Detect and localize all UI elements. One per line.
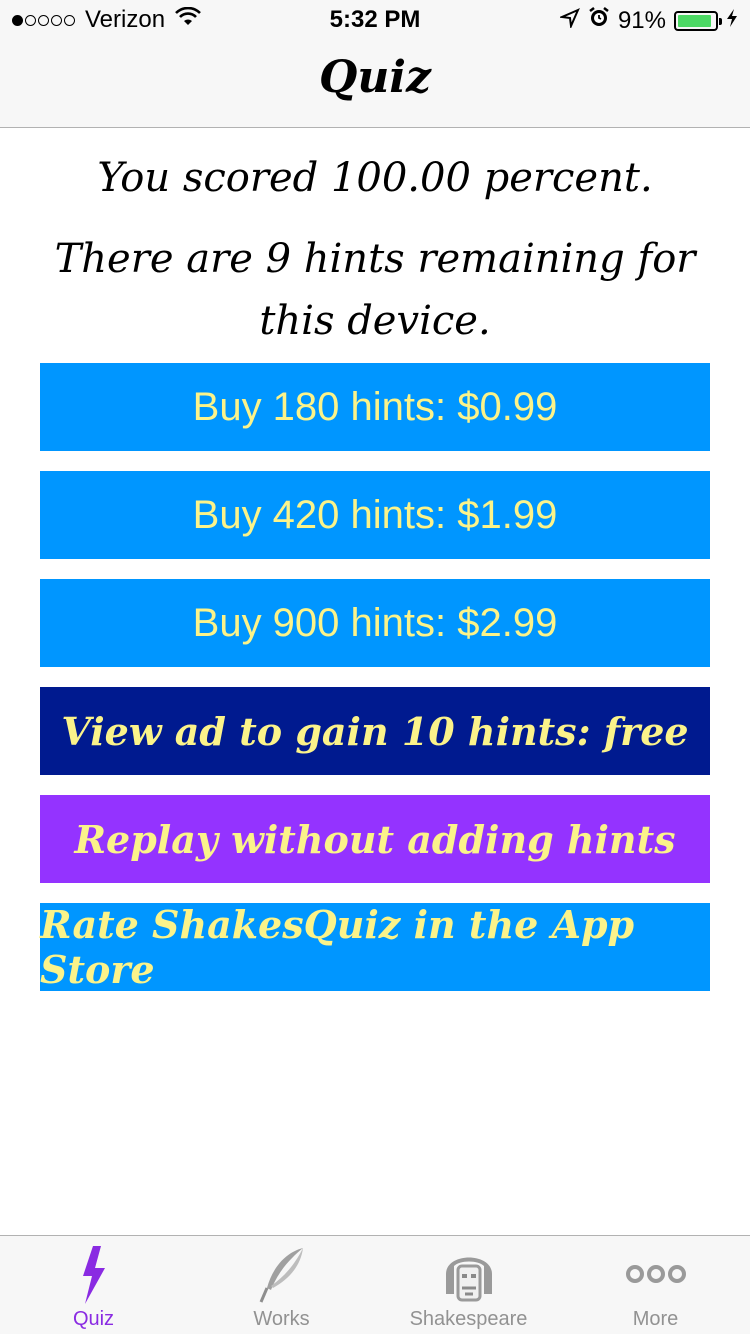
more-dots-icon [625, 1262, 687, 1291]
rate-app-button[interactable]: Rate ShakesQuiz in the App Store [40, 902, 710, 992]
score-text: You scored 100.00 percent. [97, 155, 653, 201]
status-right: 91% [552, 6, 738, 35]
replay-button[interactable]: Replay without adding hints [40, 795, 710, 883]
tab-works[interactable]: Works [188, 1236, 375, 1335]
charging-bolt-icon [726, 7, 738, 35]
tab-works-label: Works [253, 1308, 310, 1330]
location-arrow-icon [558, 7, 580, 35]
view-ad-button[interactable]: View ad to gain 10 hints: free [40, 687, 710, 775]
buy-900-hints-button[interactable]: Buy 900 hints: $2.99 [40, 579, 710, 667]
tab-bar: Quiz Works Shakespeare More [0, 1235, 750, 1334]
battery-percent: 91% [617, 6, 666, 34]
tab-more-label: More [632, 1308, 679, 1330]
buy-180-hints-button[interactable]: Buy 180 hints: $0.99 [40, 363, 710, 451]
page-title: Quiz [318, 52, 432, 103]
lightning-bolt-icon [77, 1244, 111, 1311]
alarm-icon [588, 6, 610, 35]
shakespeare-face-icon [438, 1244, 500, 1311]
tab-shakespeare-label: Shakespeare [409, 1308, 528, 1330]
tab-shakespeare[interactable]: Shakespeare [375, 1236, 562, 1335]
hints-remaining-text: There are 9 hints remaining for this dev… [54, 236, 696, 344]
navigation-bar: Quiz [0, 40, 750, 128]
tab-quiz-label: Quiz [72, 1308, 115, 1330]
quill-icon [257, 1244, 307, 1311]
status-bar: Verizon 5:32 PM 91% [0, 0, 750, 40]
battery-icon [674, 10, 722, 31]
buy-420-hints-button[interactable]: Buy 420 hints: $1.99 [40, 471, 710, 559]
tab-more[interactable]: More [562, 1236, 749, 1335]
tab-quiz[interactable]: Quiz [0, 1236, 187, 1335]
